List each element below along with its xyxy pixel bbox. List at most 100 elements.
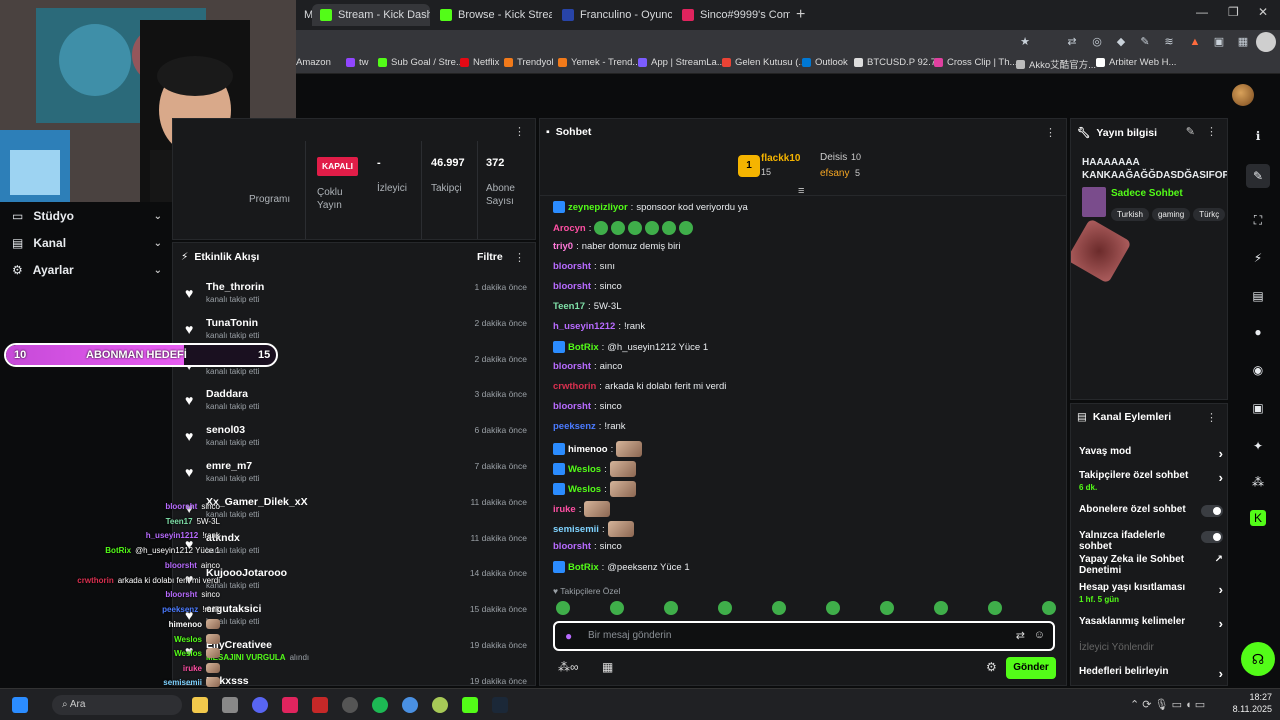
support-button[interactable]: ☊ <box>1241 642 1275 676</box>
extension-icon[interactable]: ▣ <box>1212 35 1226 49</box>
chat-input[interactable]: ● Bir mesaj gönderin ⇄ ☺ <box>553 621 1055 651</box>
bookmark[interactable]: Outlook <box>802 57 848 68</box>
channel-action[interactable]: Yavaş mod › <box>1079 446 1223 461</box>
discord-icon[interactable] <box>252 697 268 713</box>
chat-message[interactable]: crwthorin: arkada ki dolabı ferit mi verd… <box>553 381 726 392</box>
minimize-icon[interactable]: — <box>1196 5 1208 19</box>
chat-username[interactable]: semisemii <box>553 524 599 535</box>
chat-message[interactable]: bloorsht: sinco <box>553 541 622 552</box>
broadcast-icon[interactable]: ◉ <box>1250 362 1266 378</box>
bookmark[interactable]: Arbiter Web H... <box>1096 57 1176 68</box>
channel-action[interactable]: Takipçilere özel sohbet 6 dk. › <box>1079 470 1223 492</box>
chat-username[interactable]: triy0 <box>553 241 573 252</box>
gear-icon[interactable]: ⚙ <box>986 660 997 674</box>
emote-icon[interactable] <box>934 601 948 615</box>
tab-partial[interactable]: M <box>296 4 312 26</box>
bookmark[interactable]: BTCUSD.P 92.7... <box>854 57 944 68</box>
chat-username[interactable]: iruke <box>553 504 576 515</box>
bookmark[interactable]: Yemek - Trend... <box>558 57 640 68</box>
activity-item[interactable]: ♥ senol03 kanalı takip etti 6 dakika önce <box>183 422 527 456</box>
calendar-icon[interactable]: ▦ <box>1236 35 1250 49</box>
chat-message[interactable]: Teen17:5W-3L <box>553 301 622 312</box>
store-icon[interactable]: ▦ <box>602 660 613 674</box>
bookmark[interactable]: Amazon <box>296 57 331 68</box>
chat-message[interactable]: Arocyn: <box>553 221 694 235</box>
bookmark[interactable]: Gelen Kutusu (... <box>722 57 806 68</box>
bookmark-star-icon[interactable]: ★ <box>1018 35 1032 49</box>
tab-sinco[interactable]: Sinco#9999's Competitive <box>674 4 790 26</box>
tray-icons[interactable]: ⌃ ⟳ 🎙︎ ▭ ◖ ▭ <box>1130 698 1205 711</box>
extension-icon[interactable]: ◆ <box>1114 35 1128 49</box>
clock-date[interactable]: 8.11.2025 <box>1222 704 1272 714</box>
chat-username[interactable]: Weslos <box>568 464 601 475</box>
emote-icon[interactable] <box>718 601 732 615</box>
tab-franculino[interactable]: Franculino - Oyuncu profili <box>554 4 672 26</box>
emoji-icon[interactable]: ☺ <box>1034 629 1045 641</box>
chat-username[interactable]: himenoo <box>568 444 608 455</box>
chat-username[interactable]: bloorsht <box>553 261 591 272</box>
bookmark[interactable]: Cross Clip | Th... <box>934 57 1017 68</box>
clock-time[interactable]: 18:27 <box>1232 692 1272 702</box>
tab-kick-dashboard[interactable]: Stream - Kick Dashboard <box>312 4 430 26</box>
tag[interactable]: gaming <box>1151 208 1191 221</box>
activity-username[interactable]: senol03 <box>206 424 245 436</box>
activity-item[interactable]: ♥ atkndx kanalı takip etti 11 dakika önce <box>183 530 527 564</box>
chat-username[interactable]: bloorsht <box>553 361 591 372</box>
chat-message[interactable]: zeynepizliyor: sponsoor kod veriyordu ya <box>553 201 748 213</box>
kick-icon[interactable]: K <box>1250 510 1266 526</box>
chat-message[interactable]: h_useyin1212: !rank <box>553 321 645 332</box>
kick-icon[interactable] <box>462 697 478 713</box>
activity-username[interactable]: emre_m7 <box>206 460 252 472</box>
activity-item[interactable]: ♥ Daddara kanalı takip etti 3 dakika önce <box>183 386 527 420</box>
channel-action[interactable]: Yasaklanmış kelimeler › <box>1079 616 1223 631</box>
category-name[interactable]: Sadece Sohbet <box>1111 188 1183 199</box>
more-icon[interactable]: ⋮ <box>514 125 525 138</box>
steam-icon[interactable] <box>492 697 508 713</box>
chat-message[interactable]: bloorsht: sını <box>553 261 615 272</box>
edit-icon[interactable]: ✎ <box>1246 164 1270 188</box>
chat-message[interactable]: BotRix: @h_useyin1212 Yüce 1 <box>553 341 708 353</box>
leader-name[interactable]: Deisis <box>820 152 847 163</box>
emote-icon[interactable] <box>664 601 678 615</box>
channel-action[interactable]: Hedefleri belirleyin › <box>1079 666 1223 681</box>
chat-message[interactable]: bloorsht: ainco <box>553 361 622 372</box>
emote-icon[interactable] <box>610 601 624 615</box>
channel-action[interactable]: Yalnızca ifadelerle sohbet <box>1079 530 1223 552</box>
leader-name[interactable]: efsany <box>820 168 849 179</box>
chat-message[interactable]: iruke: <box>553 501 611 517</box>
nav-settings[interactable]: ⚙ Ayarlar ⌄ <box>12 263 162 277</box>
app-icon[interactable] <box>432 697 448 713</box>
emote-icon[interactable] <box>772 601 786 615</box>
chat-username[interactable]: bloorsht <box>553 401 591 412</box>
emote-icon[interactable] <box>988 601 1002 615</box>
chat-message[interactable]: peeksenz: !rank <box>553 421 626 432</box>
activity-item[interactable]: ♥ The_throrin kanalı takip etti 1 dakika ön… <box>183 279 527 313</box>
microphone-icon[interactable]: ● <box>565 629 572 643</box>
extension-icon[interactable]: ▲ <box>1188 35 1202 49</box>
activity-username[interactable]: Daddara <box>206 388 248 400</box>
app-icon[interactable] <box>312 697 328 713</box>
more-icon[interactable]: ⋮ <box>514 251 525 264</box>
wrench-icon[interactable]: ✦ <box>1250 438 1266 454</box>
chat-message[interactable]: triy0: naber domuz demiş biri <box>553 241 680 252</box>
new-tab-button[interactable]: + <box>796 6 805 24</box>
extension-icon[interactable]: ✎ <box>1138 35 1152 49</box>
chat-username[interactable]: Weslos <box>568 484 601 495</box>
activity-username[interactable]: Xx_Gamer_Dilek_xX <box>206 496 308 508</box>
channel-action[interactable]: Abonelere özel sohbet <box>1079 504 1223 517</box>
fullscreen-icon[interactable]: ⛶ <box>1250 212 1266 228</box>
vivaldi-icon[interactable] <box>282 697 298 713</box>
activity-item[interactable]: ♥ ergutaksici kanalı takip etti 15 dakika ö… <box>183 601 527 635</box>
activity-item[interactable]: ♥Rekxsss19 dakika önce <box>183 673 527 685</box>
tab-kick-browse[interactable]: Browse - Kick Streaming <box>432 4 552 26</box>
obs-icon[interactable] <box>342 697 358 713</box>
chat-username[interactable]: BotRix <box>568 562 599 573</box>
more-icon[interactable]: ⋮ <box>1045 126 1056 139</box>
info-icon[interactable]: ℹ <box>1250 128 1266 144</box>
send-button[interactable]: Gönder <box>1006 657 1056 679</box>
activity-item[interactable]: ♥ emre_m7 kanalı takip etti 7 dakika önce <box>183 458 527 492</box>
spotify-icon[interactable] <box>372 697 388 713</box>
chat-username[interactable]: Arocyn <box>553 223 586 234</box>
chat-message[interactable]: himenoo: <box>553 441 643 457</box>
chat-username[interactable]: h_useyin1212 <box>553 321 615 332</box>
